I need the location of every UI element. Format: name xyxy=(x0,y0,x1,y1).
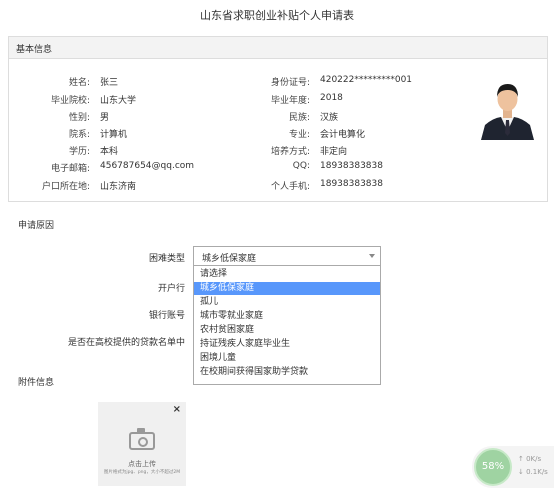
ethnicity-value: 汉族 xyxy=(320,113,339,123)
option-rural-poor-family[interactable]: 农村贫困家庭 xyxy=(194,324,380,337)
mobile-label: 个人手机: xyxy=(270,182,310,192)
option-children-in-difficulty[interactable]: 困境儿童 xyxy=(194,352,380,365)
training-mode-value: 非定向 xyxy=(320,147,348,157)
option-disabled-family-graduate[interactable]: 持证残疾人家庭毕业生 xyxy=(194,338,380,351)
qq-label: QQ: xyxy=(292,161,310,171)
name-label: 姓名: xyxy=(68,78,90,88)
option-national-student-loan[interactable]: 在校期间获得国家助学贷款 xyxy=(194,366,380,379)
chevron-down-icon xyxy=(369,254,375,258)
upload-speed: ↑ 0K/s xyxy=(518,455,542,463)
hukou-value: 山东济南 xyxy=(100,182,137,192)
gender-label: 性别: xyxy=(68,113,90,123)
education-label: 学历: xyxy=(68,147,90,157)
network-speed-widget[interactable]: 58% ↑ 0K/s ↓ 0.1K/s xyxy=(472,446,554,488)
loan-list-label: 是否在高校提供的贷款名单中 xyxy=(67,338,185,348)
upload-box[interactable]: × 点击上传 图片格式为jpg、png，大小不超过2M xyxy=(98,402,186,486)
hukou-label: 户口所在地: xyxy=(41,182,90,192)
difficulty-type-label: 困难类型 xyxy=(148,254,185,264)
department-label: 院系: xyxy=(68,130,90,140)
email-label: 电子邮箱: xyxy=(50,164,90,174)
training-mode-label: 培养方式: xyxy=(270,147,310,157)
option-please-select[interactable]: 请选择 xyxy=(194,268,380,281)
apply-reason-header: 申请原因 xyxy=(18,221,55,231)
page-title: 山东省求职创业补贴个人申请表 xyxy=(200,9,354,22)
memory-usage-circle: 58% xyxy=(474,448,512,486)
name-value: 张三 xyxy=(100,78,119,88)
difficulty-type-select[interactable]: 城乡低保家庭 xyxy=(193,246,381,266)
graduation-year-label: 毕业年度: xyxy=(270,96,310,106)
qq-value: 18938383838 xyxy=(320,161,383,171)
memory-usage-percent: 58% xyxy=(481,461,505,472)
bank-label: 开户行 xyxy=(157,284,185,294)
upload-label: 点击上传 xyxy=(128,460,156,468)
ethnicity-label: 民族: xyxy=(288,113,310,123)
mobile-value: 18938383838 xyxy=(320,179,383,189)
option-orphan[interactable]: 孤儿 xyxy=(194,296,380,309)
bank-account-label: 银行账号 xyxy=(148,311,185,321)
attachment-header: 附件信息 xyxy=(18,378,55,388)
option-zero-employment-family[interactable]: 城市零就业家庭 xyxy=(194,310,380,323)
email-value: 456787654@qq.com xyxy=(100,161,195,171)
id-photo xyxy=(479,73,536,140)
graduation-year-value: 2018 xyxy=(320,93,343,103)
basic-info-title: 基本信息 xyxy=(16,45,53,55)
major-label: 专业: xyxy=(288,130,310,140)
camera-icon xyxy=(129,428,155,450)
difficulty-type-dropdown: 请选择 城乡低保家庭 孤儿 城市零就业家庭 农村贫困家庭 持证残疾人家庭毕业生 … xyxy=(193,265,381,385)
id-number-label: 身份证号: xyxy=(270,78,310,88)
id-number-value: 420222*********001 xyxy=(320,75,413,85)
major-value: 会计电算化 xyxy=(320,130,366,140)
basic-info-header: 基本信息 xyxy=(9,37,547,59)
school-label: 毕业院校: xyxy=(50,96,90,106)
download-speed: ↓ 0.1K/s xyxy=(518,468,548,476)
education-value: 本科 xyxy=(100,147,119,157)
school-value: 山东大学 xyxy=(100,96,137,106)
upload-hint: 图片格式为jpg、png，大小不超过2M xyxy=(103,470,181,475)
department-value: 计算机 xyxy=(100,130,128,140)
option-urban-rural-subsistence[interactable]: 城乡低保家庭 xyxy=(194,282,380,295)
close-icon[interactable]: × xyxy=(173,404,181,415)
difficulty-type-selected: 城乡低保家庭 xyxy=(202,254,257,264)
gender-value: 男 xyxy=(100,113,110,123)
